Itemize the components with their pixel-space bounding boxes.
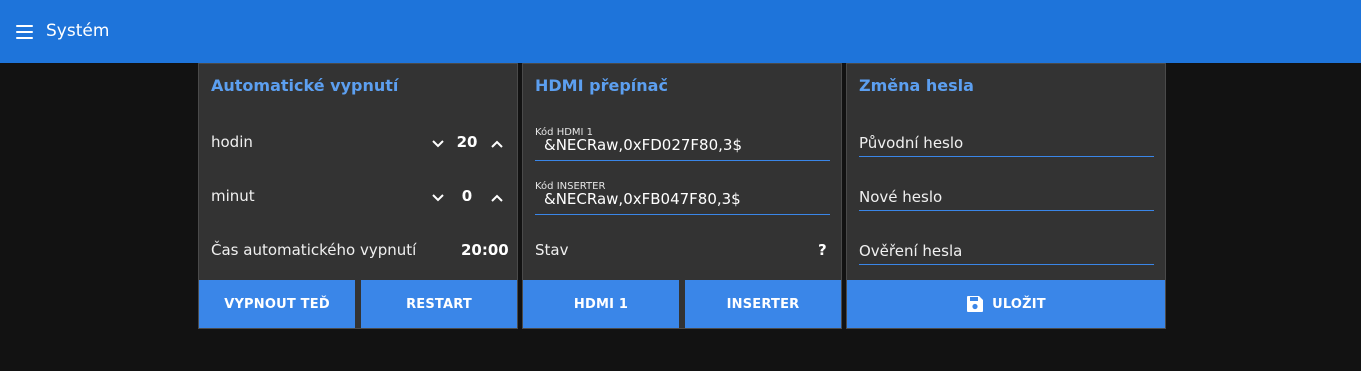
auto-off-card: Automatické vypnutí hodin 20 minut 0 Čas…: [198, 63, 518, 329]
inserter-code-field[interactable]: Kód INSERTER: [535, 181, 830, 215]
auto-off-time-label: Čas automatického vypnutí: [211, 241, 417, 259]
auto-off-title: Automatické vypnutí: [211, 76, 399, 95]
confirm-password-field[interactable]: [859, 239, 1154, 265]
password-change-card: Změna hesla ULOŽIT: [846, 63, 1166, 329]
minutes-increase-chevron-up-icon[interactable]: [489, 190, 505, 206]
minutes-decrease-chevron-down-icon[interactable]: [430, 190, 446, 206]
auto-off-time-value: 20:00: [461, 241, 509, 259]
old-password-field[interactable]: [859, 131, 1154, 157]
hours-value: 20: [456, 133, 478, 151]
save-button-label: ULOŽIT: [992, 296, 1046, 312]
hours-decrease-chevron-down-icon[interactable]: [430, 136, 446, 152]
new-password-input[interactable]: [859, 188, 1149, 206]
old-password-input[interactable]: [859, 134, 1149, 152]
hdmi1-code-field[interactable]: Kód HDMI 1: [535, 127, 830, 161]
minutes-value: 0: [461, 187, 473, 205]
status-label: Stav: [535, 241, 569, 259]
hours-increase-chevron-up-icon[interactable]: [489, 136, 505, 152]
floppy-disk-icon: [967, 296, 984, 312]
status-value: ?: [818, 241, 827, 259]
hdmi1-button[interactable]: HDMI 1: [523, 280, 679, 328]
hdmi1-code-input[interactable]: [544, 136, 824, 154]
hamburger-menu-icon[interactable]: [14, 23, 36, 41]
shutdown-now-button[interactable]: VYPNOUT TEĎ: [199, 280, 355, 328]
password-change-title: Změna hesla: [859, 76, 974, 95]
restart-button[interactable]: RESTART: [361, 280, 517, 328]
hdmi-switch-title: HDMI přepínač: [535, 76, 668, 95]
minutes-label: minut: [211, 187, 255, 205]
save-button[interactable]: ULOŽIT: [847, 280, 1165, 328]
app-bar: Systém: [0, 0, 1361, 63]
page-title: Systém: [46, 21, 110, 41]
hdmi-switch-card: HDMI přepínač Kód HDMI 1 Kód INSERTER St…: [522, 63, 842, 329]
hours-label: hodin: [211, 133, 253, 151]
new-password-field[interactable]: [859, 185, 1154, 211]
confirm-password-input[interactable]: [859, 242, 1149, 260]
inserter-button[interactable]: INSERTER: [685, 280, 841, 328]
inserter-code-input[interactable]: [544, 190, 824, 208]
